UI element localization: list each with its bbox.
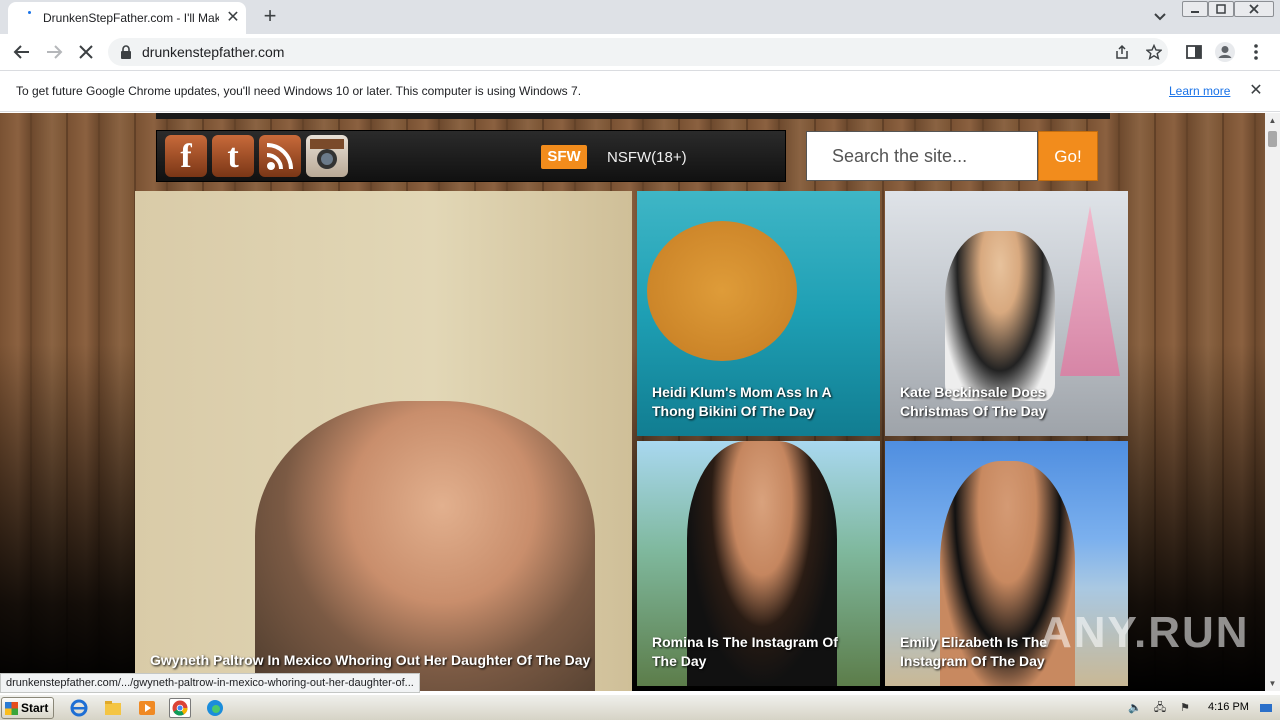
edge-browser-icon[interactable] <box>204 698 226 718</box>
article-caption[interactable]: Kate Beckinsale Does Christmas Of The Da… <box>900 383 1070 421</box>
address-bar[interactable]: drunkenstepfather.com <box>108 38 1168 66</box>
scroll-thumb[interactable] <box>1268 131 1277 147</box>
infobar-close-icon[interactable]: ✕ <box>1247 82 1265 100</box>
article-card-romina[interactable]: Romina Is The Instagram Of The Day <box>637 441 880 686</box>
browser-toolbar: drunkenstepfather.com <box>0 34 1280 71</box>
menu-kebab-icon[interactable] <box>1245 41 1267 63</box>
article-card-heidi[interactable]: Heidi Klum's Mom Ass In A Thong Bikini O… <box>637 191 880 436</box>
article-thumbnail <box>255 401 595 691</box>
new-tab-button[interactable]: + <box>258 5 282 29</box>
search-go-button[interactable]: Go! <box>1038 131 1098 181</box>
article-caption[interactable]: Gwyneth Paltrow In Mexico Whoring Out He… <box>150 651 590 670</box>
profile-avatar-icon[interactable] <box>1214 41 1236 63</box>
instagram-icon[interactable] <box>306 135 348 177</box>
share-icon[interactable] <box>1114 44 1130 60</box>
article-caption[interactable]: Romina Is The Instagram Of The Day <box>652 633 857 671</box>
site-search-field[interactable] <box>806 131 1038 181</box>
volume-icon[interactable]: 🔈 <box>1128 701 1142 715</box>
article-thumbnail <box>1060 206 1120 376</box>
media-player-icon[interactable] <box>136 698 158 718</box>
sfw-filter-button[interactable]: SFW <box>541 145 587 169</box>
url-text[interactable]: drunkenstepfather.com <box>142 44 284 60</box>
article-thumbnail <box>945 231 1055 401</box>
show-desktop-icon[interactable] <box>1259 701 1273 715</box>
chrome-taskbar-icon[interactable] <box>169 698 191 718</box>
forward-arrow-icon[interactable] <box>43 41 65 63</box>
window-minimize-button[interactable] <box>1182 1 1208 17</box>
tab-strip: DrunkenStepFather.com - I'll Make Y ✕ + <box>0 0 1280 34</box>
facebook-icon[interactable]: f <box>165 135 207 177</box>
network-icon[interactable]: 🖧 <box>1153 701 1167 715</box>
status-url-tooltip: drunkenstepfather.com/.../gwyneth-paltro… <box>0 673 420 693</box>
window-restore-button[interactable] <box>1208 1 1234 17</box>
windows-logo-icon <box>5 702 18 715</box>
window-close-button[interactable] <box>1234 1 1274 17</box>
back-arrow-icon[interactable] <box>11 41 33 63</box>
page-viewport: f t SFW NSFW(18+) Go! Gwyneth Paltrow In… <box>0 113 1265 691</box>
article-card-gwyneth[interactable]: Gwyneth Paltrow In Mexico Whoring Out He… <box>135 191 632 691</box>
bookmark-star-icon[interactable] <box>1146 44 1162 60</box>
file-explorer-icon[interactable] <box>102 698 124 718</box>
scroll-up-arrow-icon[interactable]: ▲ <box>1265 113 1280 128</box>
social-bar: f t SFW NSFW(18+) <box>156 130 786 182</box>
nsfw-filter-link[interactable]: NSFW(18+) <box>607 149 687 166</box>
article-caption[interactable]: Heidi Klum's Mom Ass In A Thong Bikini O… <box>652 383 852 421</box>
twitter-icon[interactable]: t <box>212 135 254 177</box>
article-thumbnail <box>647 221 797 361</box>
rss-icon[interactable] <box>259 135 301 177</box>
tab-search-chevron-icon[interactable] <box>1150 8 1170 26</box>
tab-title: DrunkenStepFather.com - I'll Make Y <box>43 11 219 25</box>
lock-icon[interactable] <box>120 45 132 59</box>
infobar-message: To get future Google Chrome updates, you… <box>16 84 582 98</box>
header-strip <box>156 113 1110 119</box>
side-panel-icon[interactable] <box>1183 41 1205 63</box>
taskbar-clock[interactable]: 4:16 PM <box>1208 701 1249 713</box>
tab-close-icon[interactable]: ✕ <box>224 9 242 27</box>
article-card-kate[interactable]: Kate Beckinsale Does Christmas Of The Da… <box>885 191 1128 436</box>
stop-loading-icon[interactable] <box>75 41 97 63</box>
learn-more-link[interactable]: Learn more <box>1169 84 1230 98</box>
windows-taskbar: Start 🔈 🖧 ⚑ 4:16 PM <box>0 694 1280 720</box>
page-scrollbar[interactable]: ▲ ▼ <box>1265 113 1280 691</box>
internet-explorer-icon[interactable] <box>68 698 90 718</box>
start-button[interactable]: Start <box>1 697 54 719</box>
scroll-down-arrow-icon[interactable]: ▼ <box>1265 676 1280 691</box>
action-center-flag-icon[interactable]: ⚑ <box>1178 701 1192 715</box>
site-search-input[interactable] <box>807 132 1037 180</box>
start-label: Start <box>21 701 49 715</box>
update-infobar: To get future Google Chrome updates, you… <box>0 72 1280 112</box>
loading-favicon-icon <box>22 11 38 27</box>
anyrun-watermark: ANY.RUN <box>1040 608 1250 657</box>
browser-tab[interactable]: DrunkenStepFather.com - I'll Make Y ✕ <box>8 2 246 34</box>
